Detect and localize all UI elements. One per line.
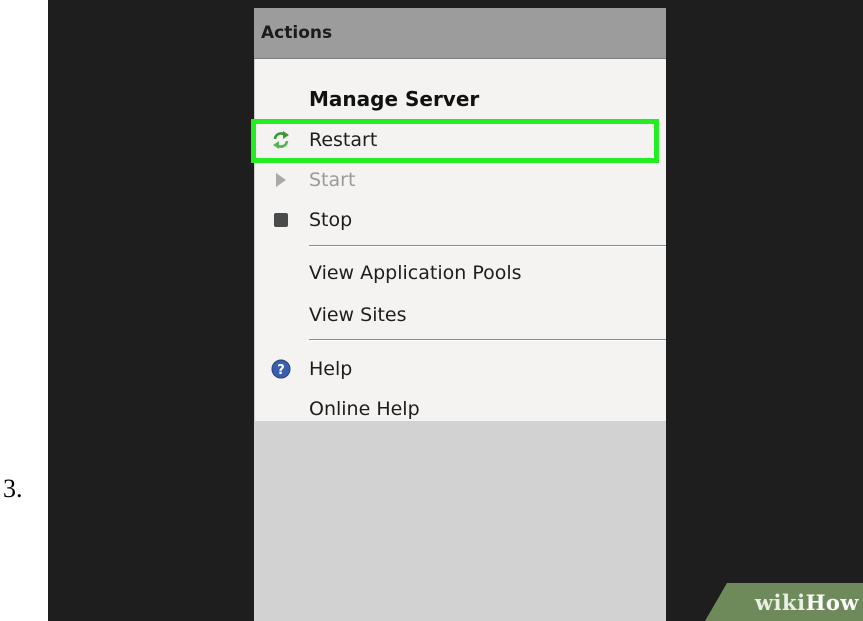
help-label: Help <box>309 358 353 380</box>
action-view-application-pools[interactable]: View Application Pools <box>255 253 667 293</box>
actions-panel: Actions Manage Server Restart Start Stop… <box>251 8 667 621</box>
stop-icon <box>274 213 288 227</box>
action-help[interactable]: ? Help <box>255 349 667 389</box>
separator <box>309 339 666 341</box>
actions-title: Actions <box>261 23 333 43</box>
separator <box>309 245 666 247</box>
action-manage-server: Manage Server <box>255 79 667 119</box>
screenshot-area: Actions Manage Server Restart Start Stop… <box>48 0 863 621</box>
action-stop[interactable]: Stop <box>255 200 667 240</box>
restart-highlight-box <box>251 119 659 163</box>
play-icon <box>276 173 286 187</box>
online-help-label: Online Help <box>309 398 420 420</box>
wikihow-logo-how: How <box>805 589 859 615</box>
actions-list: Manage Server Restart Start Stop View Ap… <box>251 59 667 421</box>
svg-text:?: ? <box>277 363 285 378</box>
actions-header: Actions <box>254 8 666 59</box>
action-view-sites[interactable]: View Sites <box>255 295 667 335</box>
view-sites-label: View Sites <box>309 304 407 326</box>
wikihow-logo-wiki: wiki <box>754 589 806 615</box>
view-application-pools-label: View Application Pools <box>309 262 522 284</box>
wikihow-logo: wikiHow <box>755 590 859 615</box>
wikihow-watermark: wikiHow <box>705 583 863 621</box>
manage-server-label: Manage Server <box>309 87 480 111</box>
help-icon: ? <box>271 359 291 379</box>
action-start[interactable]: Start <box>255 160 667 200</box>
stop-label: Stop <box>309 209 353 231</box>
action-online-help[interactable]: Online Help <box>255 389 667 429</box>
start-label: Start <box>309 169 356 191</box>
step-number: 3. <box>3 474 23 503</box>
